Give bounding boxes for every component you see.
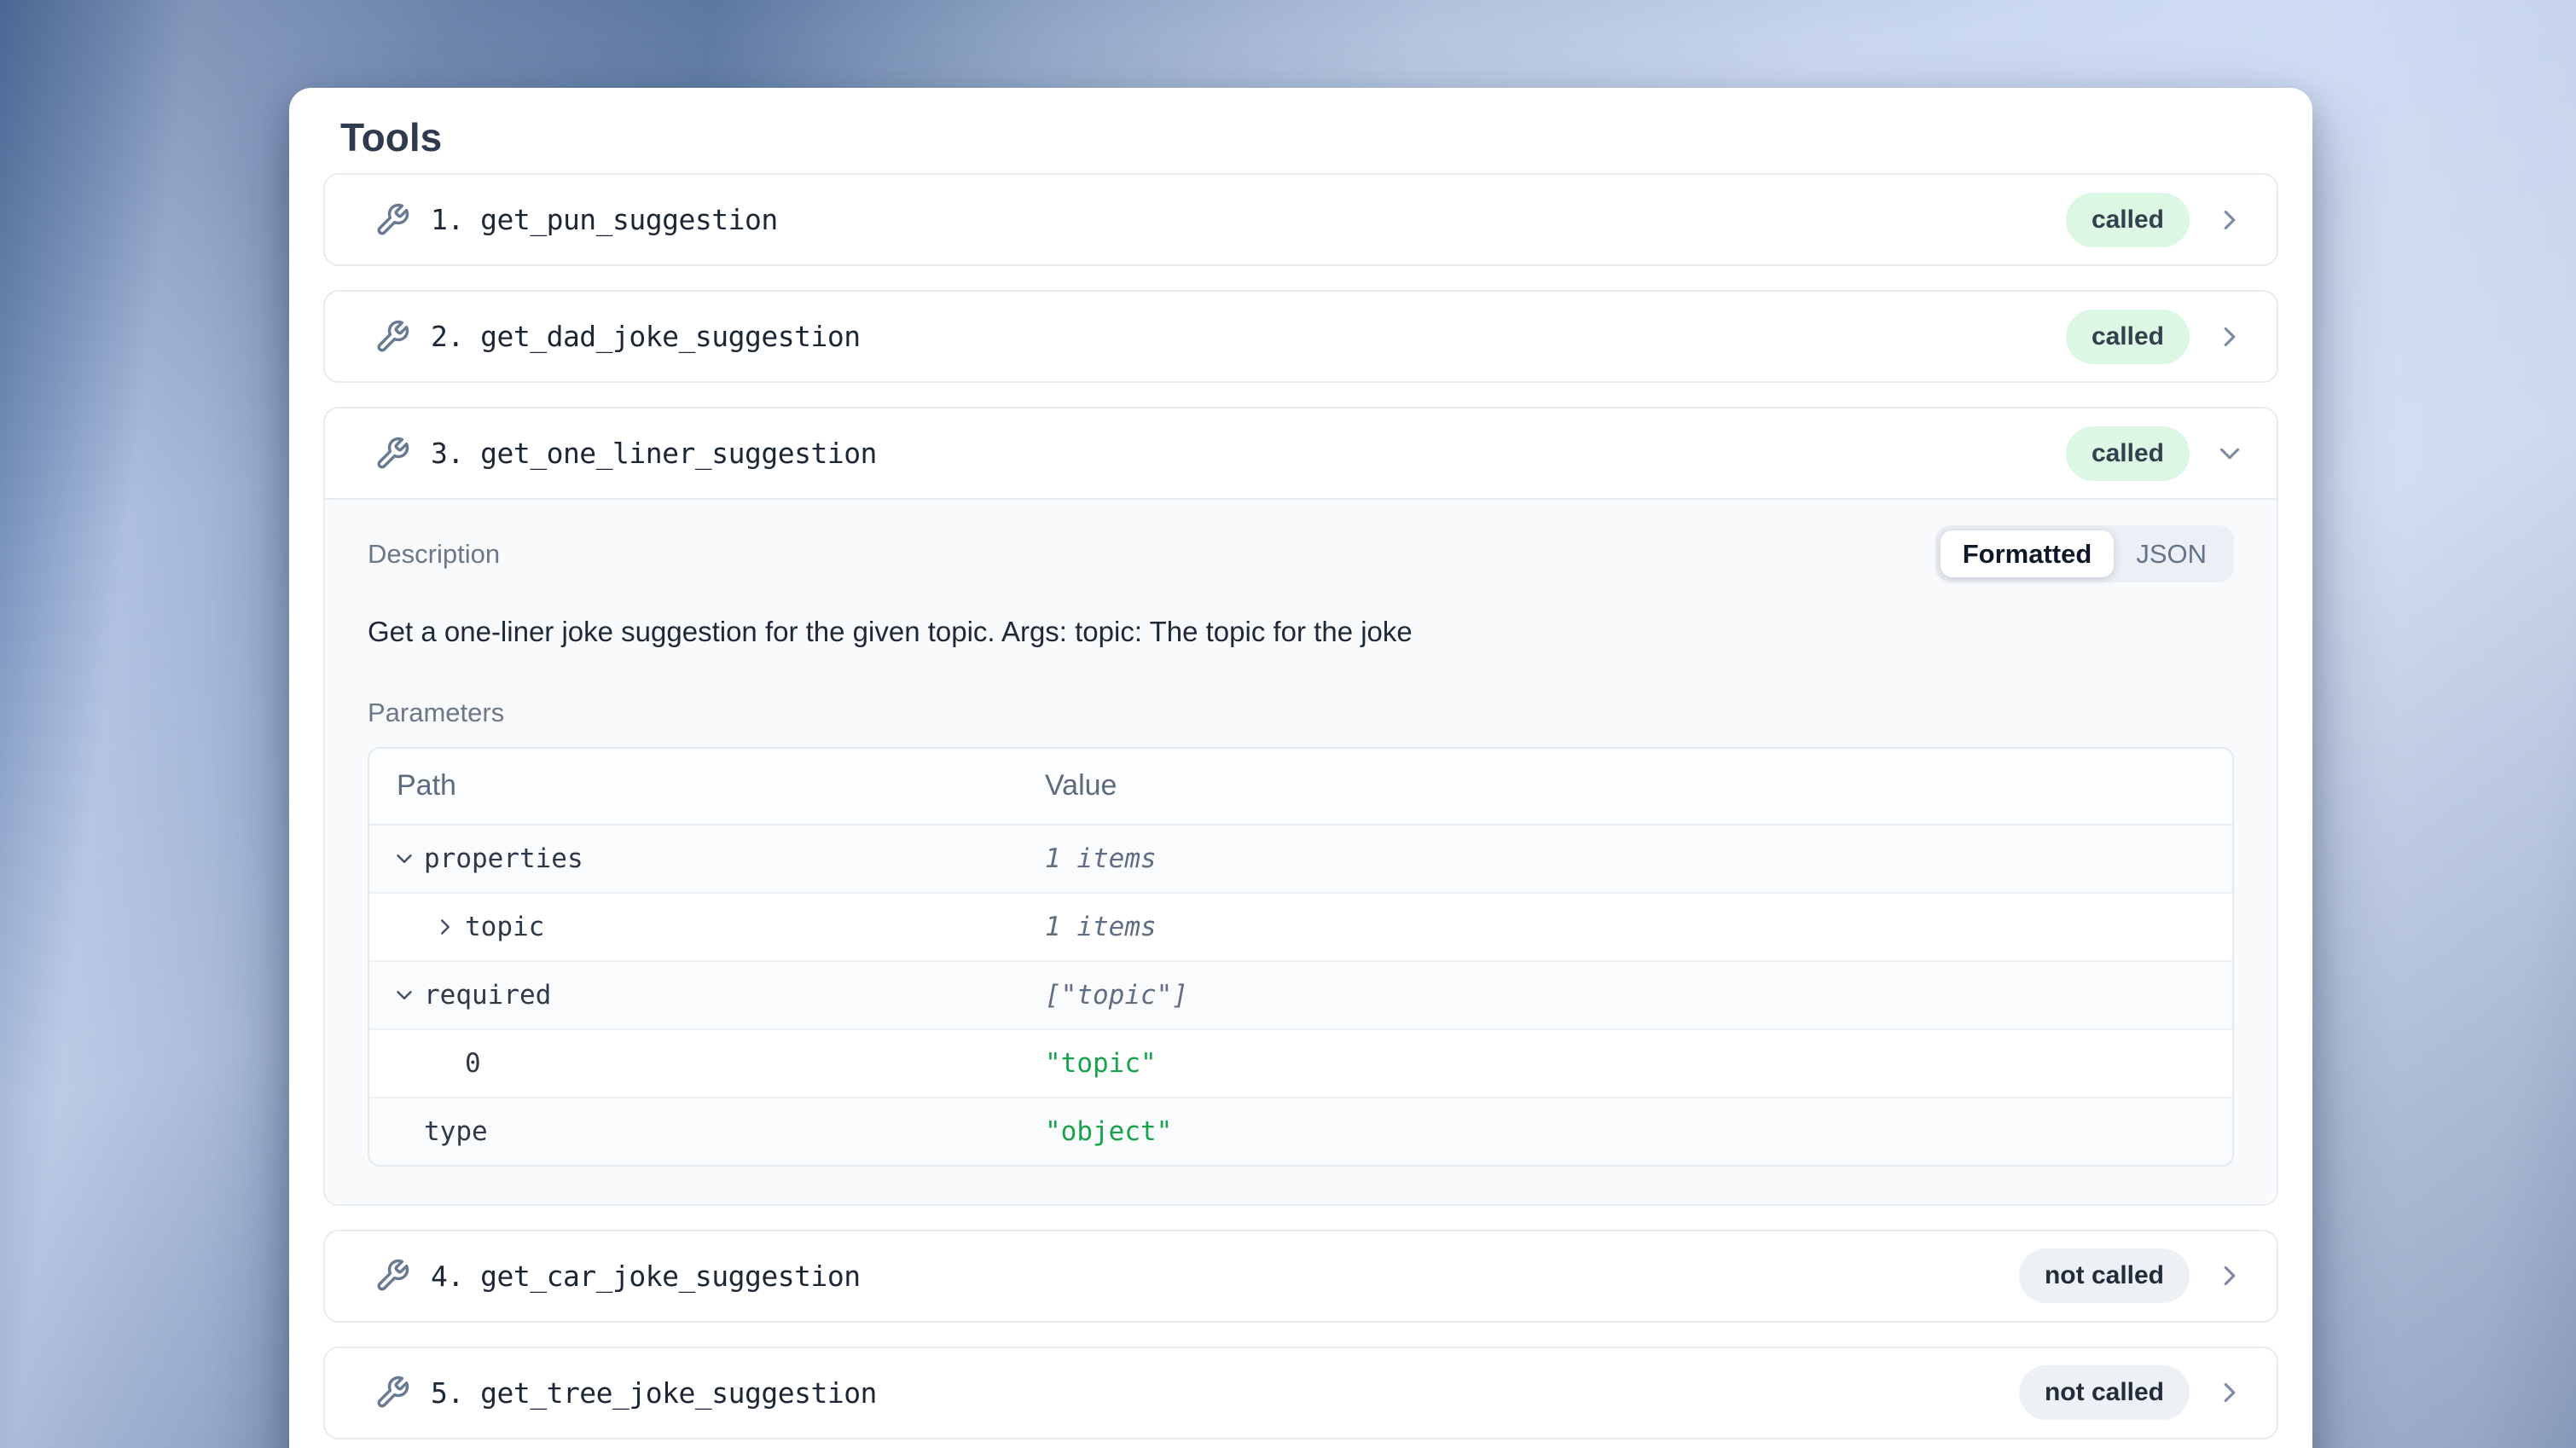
table-row-type: type "object" [369,1098,2232,1165]
tool-row-get-one-liner-suggestion: 3. get_one_liner_suggestion called Descr… [323,407,2278,1206]
tool-name: 3. get_one_liner_suggestion [431,437,2066,470]
param-path: 0 [465,1048,481,1079]
tool-row-header[interactable]: 4. get_car_joke_suggestion not called [325,1231,2277,1321]
panel-title: Tools [340,117,2278,158]
chevron-right-icon [2213,321,2246,353]
wrench-icon [374,319,410,355]
column-header-value: Value [1045,769,2232,802]
wrench-icon [374,436,410,472]
chevron-right-icon [2213,204,2246,236]
tool-details: Description Formatted JSON Get a one-lin… [325,498,2277,1204]
tool-row-get-pun-suggestion: 1. get_pun_suggestion called [323,173,2278,266]
wrench-icon [374,1375,410,1410]
column-header-path: Path [369,769,1045,802]
tool-row-header[interactable]: 5. get_tree_joke_suggestion not called [325,1348,2277,1438]
param-value: ["topic"] [1045,980,2232,1011]
status-badge: not called [2019,1365,2190,1420]
chevron-right-icon [2213,1260,2246,1292]
wrench-icon [374,202,410,238]
chevron-down-icon[interactable] [392,846,417,872]
table-row-properties: properties 1 items [369,825,2232,894]
tool-row-header[interactable]: 3. get_one_liner_suggestion called [325,408,2277,498]
desktop-background: Tools 1. get_pun_suggestion called 2. ge… [0,0,2576,1448]
chevron-down-icon[interactable] [392,982,417,1008]
tool-row-get-car-joke-suggestion: 4. get_car_joke_suggestion not called [323,1230,2278,1323]
parameters-table-header: Path Value [369,749,2232,825]
tool-name: 4. get_car_joke_suggestion [431,1260,2019,1293]
toggle-json[interactable]: JSON [2114,530,2229,577]
table-row-required: required ["topic"] [369,962,2232,1030]
status-badge: called [2066,193,2190,247]
table-row-topic: topic 1 items [369,894,2232,962]
tool-row-header[interactable]: 1. get_pun_suggestion called [325,175,2277,264]
status-badge: not called [2019,1248,2190,1303]
param-value: 1 items [1045,843,2232,874]
view-mode-toggle: Formatted JSON [1935,525,2234,582]
param-value: "object" [1045,1116,2232,1147]
param-path: properties [424,843,583,874]
tool-row-get-tree-joke-suggestion: 5. get_tree_joke_suggestion not called [323,1347,2278,1439]
description-label: Description [368,539,500,570]
tool-name: 1. get_pun_suggestion [431,203,2066,236]
parameters-label: Parameters [368,698,2234,728]
wrench-icon [374,1258,410,1294]
param-path: topic [465,912,544,942]
chevron-down-icon [2213,437,2246,470]
chevron-right-icon[interactable] [432,914,458,940]
param-path: type [424,1116,488,1147]
param-value: "topic" [1045,1048,2232,1079]
status-badge: called [2066,310,2190,364]
tool-row-header[interactable]: 2. get_dad_joke_suggestion called [325,292,2277,381]
tools-panel: Tools 1. get_pun_suggestion called 2. ge… [289,88,2312,1448]
tool-description: Get a one-liner joke suggestion for the … [368,613,2234,652]
parameters-table: Path Value properties 1 items top [368,747,2234,1167]
toggle-formatted[interactable]: Formatted [1941,530,2115,577]
tool-row-get-dad-joke-suggestion: 2. get_dad_joke_suggestion called [323,290,2278,383]
chevron-right-icon [2213,1376,2246,1409]
tool-name: 2. get_dad_joke_suggestion [431,320,2066,353]
param-value: 1 items [1045,912,2232,942]
param-path: required [424,980,551,1011]
table-row-0: 0 "topic" [369,1030,2232,1098]
tool-name: 5. get_tree_joke_suggestion [431,1376,2019,1410]
status-badge: called [2066,426,2190,481]
